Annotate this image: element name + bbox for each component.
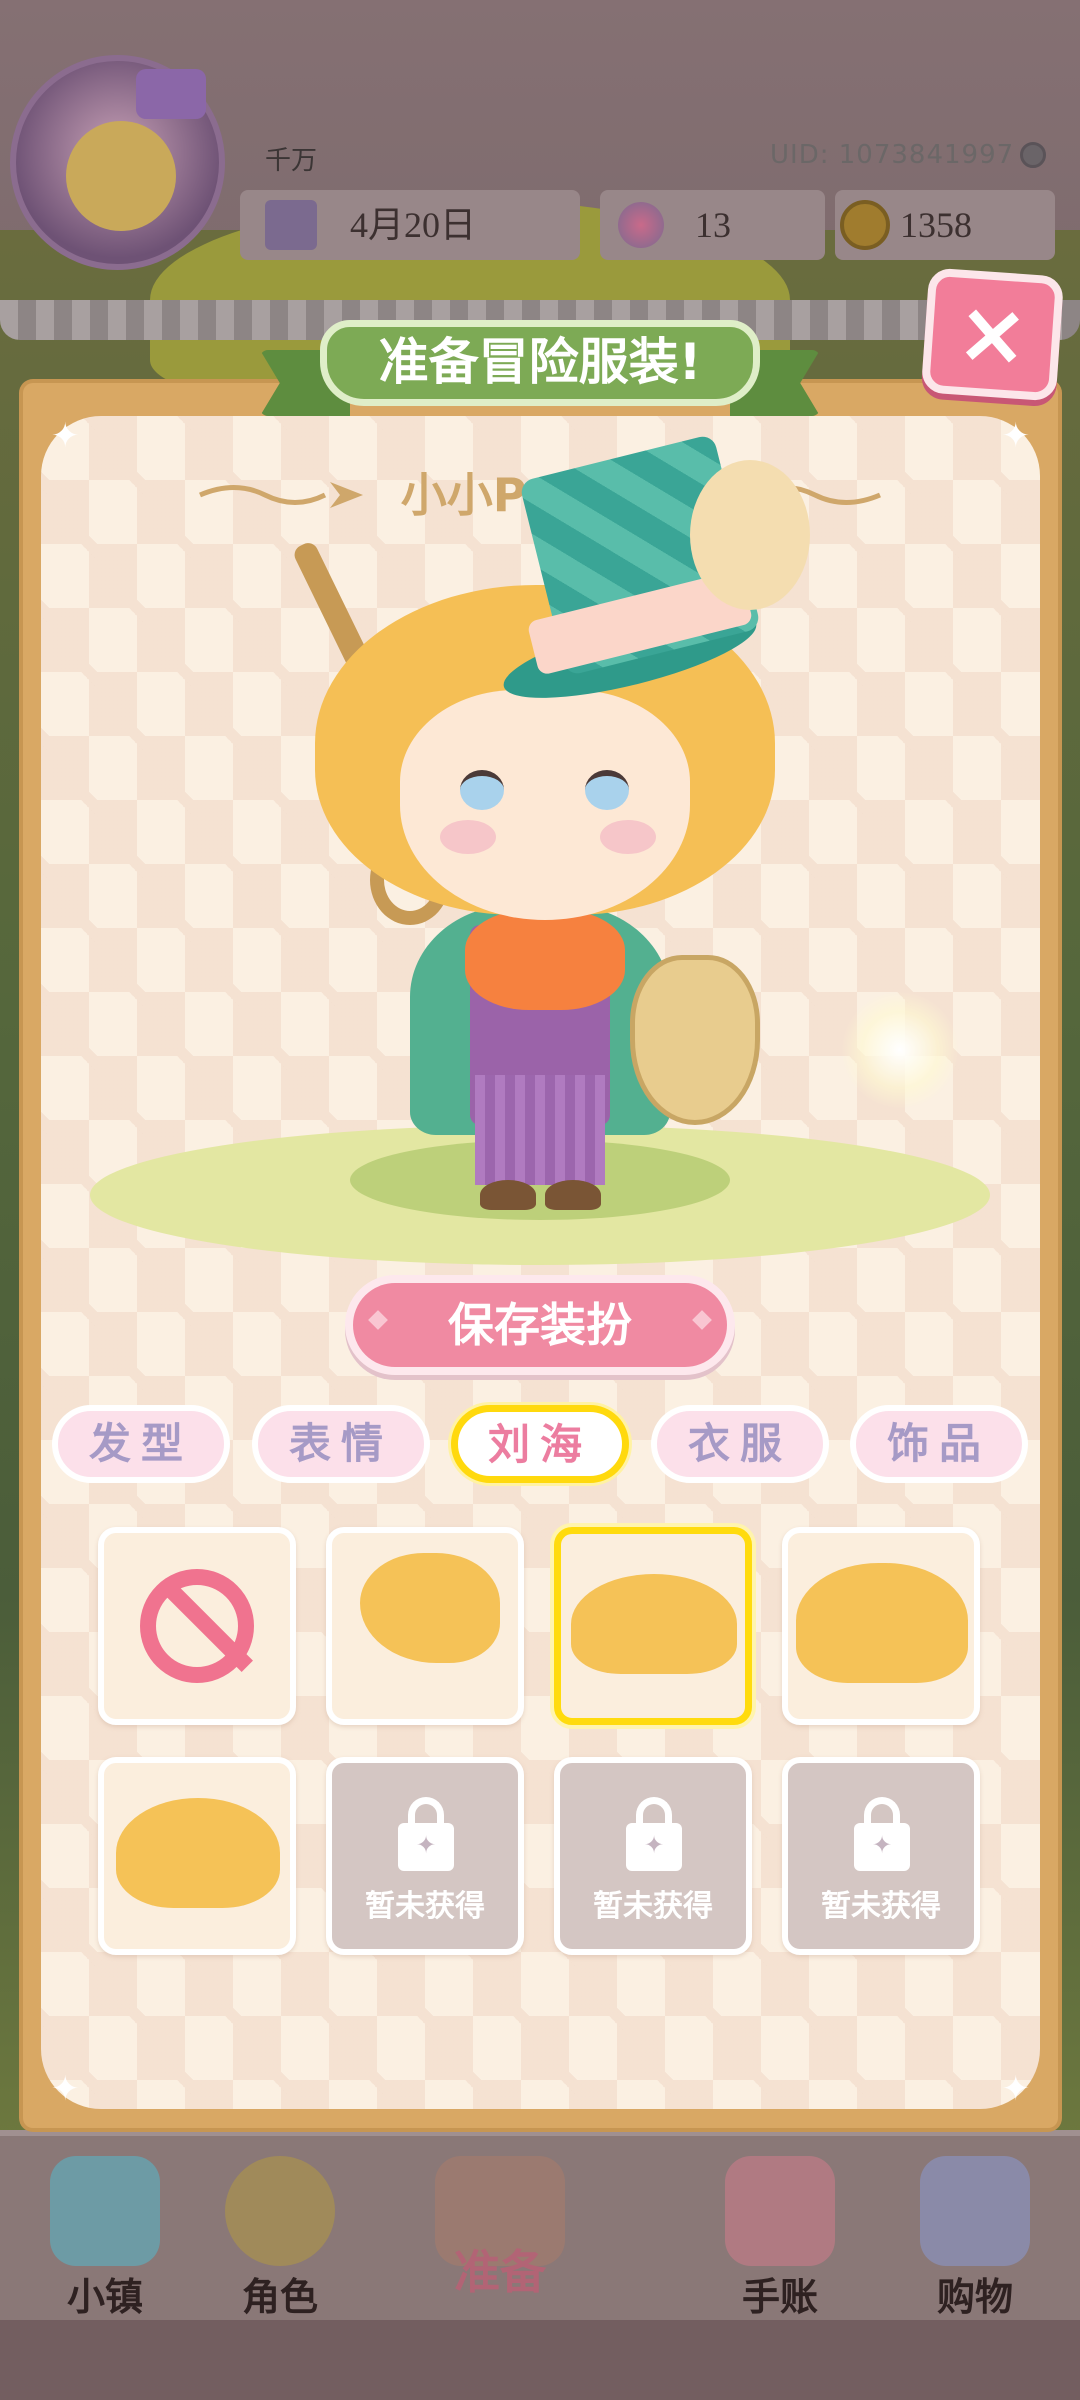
bangs-icon [360,1553,500,1663]
bangs-icon [571,1574,737,1674]
coin-icon [840,200,890,250]
item-bangs-3[interactable] [782,1527,980,1725]
nav-prepare-label: 准备 [454,2245,546,2299]
bottom-strip [0,2320,1080,2400]
character-bowtie [465,910,625,1010]
item-bangs-2[interactable] [554,1527,752,1725]
close-icon: × [953,281,1032,387]
item-locked[interactable]: ✦ 暂未获得 [326,1757,524,1955]
avatar-face [66,121,176,231]
item-none[interactable] [98,1527,296,1725]
item-locked[interactable]: ✦ 暂未获得 [554,1757,752,1955]
nav-town-label: 小镇 [66,2275,143,2319]
tab-hairstyle[interactable]: 发型 [52,1405,230,1483]
gem-counter[interactable]: 13 [600,190,825,260]
character-face [400,690,690,920]
nav-journal-label: 手账 [741,2275,818,2319]
date-text: 4月20日 [350,205,477,245]
character-preview [230,433,830,1235]
save-outfit-button[interactable]: 保存装扮 [345,1275,735,1375]
player-avatar[interactable] [10,55,225,270]
character-pants [475,1075,605,1185]
journal-icon [725,2156,835,2266]
corner-star-icon: ✦ [1001,416,1031,456]
coin-counter[interactable]: 1358 [835,190,1055,260]
corner-star-icon: ✦ [1001,2069,1031,2109]
character-blush [440,820,496,854]
dialog-title: 准备冒险服装! [378,333,702,391]
character-shoe [480,1180,536,1210]
save-outfit-label: 保存装扮 [448,1298,632,1352]
coin-count: 1358 [900,205,972,245]
character-blush [600,820,656,854]
tab-hairstyle-label: 发型 [88,1419,193,1468]
tab-accessories[interactable]: 饰品 [850,1405,1028,1483]
hat-flower [690,460,810,610]
no-entry-icon [140,1569,254,1683]
tab-expression-label: 表情 [288,1419,393,1468]
user-uid: UID: 1073841997 [770,140,1015,170]
locked-label: 暂未获得 [365,1889,485,1924]
gem-icon [618,202,664,248]
date-box: 4月20日 [240,190,580,260]
tab-bangs-label: 刘海 [487,1420,592,1469]
nav-prepare[interactable]: 准备 [420,2156,580,2302]
diamond-icon [692,1310,712,1330]
corner-star-icon: ✦ [51,416,80,456]
lock-icon: ✦ [626,1797,682,1871]
copy-icon[interactable] [1020,142,1046,168]
locked-label: 暂未获得 [821,1889,941,1924]
close-button[interactable]: × [920,267,1065,402]
tab-bangs[interactable]: 刘海 [451,1405,629,1483]
nav-character[interactable]: 角色 [200,2156,360,2321]
corner-star-icon: ✦ [51,2069,80,2109]
character-shoe [545,1180,601,1210]
nav-shopping-label: 购物 [936,2275,1013,2319]
dialog-title-banner: 准备冒险服装! [260,310,820,430]
tab-expression[interactable]: 表情 [252,1405,430,1483]
character-eye [585,770,629,810]
character-eye [460,770,504,810]
nav-shopping[interactable]: 购物 [895,2156,1055,2321]
bangs-icon [796,1563,968,1683]
item-bangs-4[interactable] [98,1757,296,1955]
shield-prop [630,955,760,1125]
bangs-icon [116,1798,280,1908]
locked-label: 暂未获得 [593,1889,713,1924]
nav-journal[interactable]: 手账 [700,2156,860,2321]
nav-town[interactable]: 小镇 [25,2156,185,2321]
bottom-navigation: 小镇 角色 准备 手账 购物 [0,2130,1080,2326]
shopping-bag-icon [920,2156,1030,2266]
nav-character-label: 角色 [241,2275,318,2319]
tab-clothes[interactable]: 衣服 [651,1405,829,1483]
character-icon [225,2156,335,2266]
sparkle-glow [840,990,960,1110]
gem-count: 13 [695,205,731,245]
calendar-icon [265,200,317,250]
tab-clothes-label: 衣服 [687,1419,792,1468]
diamond-icon [368,1310,388,1330]
avatar-hat [136,69,206,119]
town-map-icon [50,2156,160,2266]
item-locked[interactable]: ✦ 暂未获得 [782,1757,980,1955]
user-name: 千万 [265,146,318,176]
lock-icon: ✦ [398,1797,454,1871]
item-bangs-1[interactable] [326,1527,524,1725]
lock-icon: ✦ [854,1797,910,1871]
tab-accessories-label: 饰品 [886,1419,991,1468]
